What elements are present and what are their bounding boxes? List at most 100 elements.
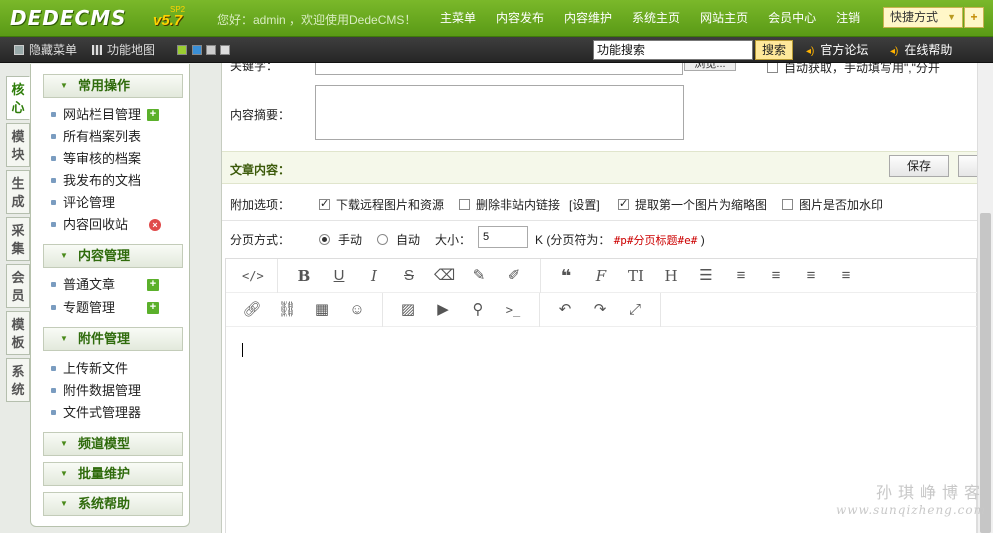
menu-item-my-documents[interactable]: 我发布的文档 xyxy=(51,173,141,189)
auto-keywords-checkbox[interactable] xyxy=(767,63,778,73)
online-help-link[interactable]: ◂) 在线帮助 xyxy=(890,37,952,65)
align-left-icon[interactable]: ≡ xyxy=(766,267,786,285)
image-icon[interactable]: ▨ xyxy=(398,301,418,319)
paging-manual-radio[interactable] xyxy=(319,234,330,245)
quick-menu-dropdown[interactable]: 快捷方式 ▼ xyxy=(883,7,963,28)
tab-core[interactable]: 核心 xyxy=(6,76,30,120)
quick-add-button[interactable]: + xyxy=(964,7,984,28)
page-size-input[interactable]: 5 xyxy=(478,226,528,248)
tab-system[interactable]: 系统 xyxy=(6,358,30,402)
function-search-input[interactable]: 功能搜索 xyxy=(593,40,753,60)
font-icon[interactable]: F xyxy=(591,267,611,285)
menu-item-category-manage[interactable]: 网站栏目管理 xyxy=(51,107,141,123)
nav-main-menu[interactable]: 主菜单 xyxy=(430,0,486,37)
video-icon[interactable]: ▶ xyxy=(433,301,453,319)
link-settings[interactable]: [设置] xyxy=(569,196,600,213)
auto-keywords-option[interactable]: 自动获取，手动填写用","分开 xyxy=(767,63,940,76)
extract-thumb-checkbox[interactable] xyxy=(618,197,629,210)
align-center-icon[interactable]: ≡ xyxy=(801,267,821,285)
menu-item-recycle-bin[interactable]: 内容回收站 xyxy=(51,217,128,233)
watermark-option[interactable]: 图片是否加水印 xyxy=(782,196,883,213)
tab-members[interactable]: 会员 xyxy=(6,264,30,308)
add-icon[interactable]: + xyxy=(147,109,159,121)
redo-icon[interactable]: ↷ xyxy=(590,301,610,319)
eraser-icon[interactable]: ⌫ xyxy=(434,267,455,285)
remove-links-checkbox[interactable] xyxy=(459,199,470,210)
menu-item-pending-review[interactable]: 等审核的档案 xyxy=(51,151,141,167)
option-label: 提取第一个图片为缩略图 xyxy=(635,198,768,212)
add-icon[interactable]: + xyxy=(147,279,159,291)
fullscreen-icon[interactable]: ⤢ xyxy=(625,301,645,319)
help-label: 在线帮助 xyxy=(904,43,953,57)
tab-modules[interactable]: 模块 xyxy=(6,123,30,167)
nav-site-home[interactable]: 网站主页 xyxy=(690,0,758,37)
more-button[interactable] xyxy=(958,155,977,177)
search-button[interactable]: 搜索 xyxy=(755,40,793,60)
tab-generate[interactable]: 生成 xyxy=(6,170,30,214)
menu-item-topic-manage[interactable]: 专题管理 xyxy=(51,300,115,316)
browse-button[interactable]: 浏览... xyxy=(684,63,736,71)
heading-icon[interactable]: H xyxy=(661,267,681,285)
unlink-icon[interactable]: ⛓︎ xyxy=(277,301,297,319)
emoji-icon[interactable]: ☺ xyxy=(347,301,367,319)
numbered-list-icon[interactable]: ≡ xyxy=(731,267,751,285)
save-button[interactable]: 保存 xyxy=(889,155,949,177)
menu-group-batch-maintain[interactable]: ▼ 批量维护 xyxy=(43,462,183,486)
hide-menu-button[interactable]: 隐藏菜单 xyxy=(14,37,77,63)
link-icon[interactable]: 🔗︎ xyxy=(242,301,262,319)
quote-icon[interactable]: ❝ xyxy=(556,267,576,285)
undo-icon[interactable]: ↶ xyxy=(555,301,575,319)
strikethrough-icon[interactable]: S xyxy=(399,267,419,285)
add-icon[interactable]: + xyxy=(147,302,159,314)
delete-icon[interactable]: × xyxy=(149,219,161,231)
code-icon[interactable]: </> xyxy=(242,267,264,285)
site-map-button[interactable]: 功能地图 xyxy=(92,37,155,63)
menu-group-common[interactable]: ▼ 常用操作 xyxy=(43,74,183,98)
menu-item-file-manager[interactable]: 文件式管理器 xyxy=(51,405,141,421)
bullet-list-icon[interactable]: ☰ xyxy=(696,267,716,285)
nav-member-center[interactable]: 会员中心 xyxy=(758,0,826,37)
align-right-icon[interactable]: ≡ xyxy=(836,267,856,285)
tab-templates[interactable]: 模板 xyxy=(6,311,30,355)
brush-icon[interactable]: ✐ xyxy=(504,267,524,285)
terminal-icon[interactable]: >_ xyxy=(503,301,523,319)
paging-manual-option[interactable]: 手动 xyxy=(319,231,362,248)
nav-content-publish[interactable]: 内容发布 xyxy=(486,0,554,37)
paging-auto-option[interactable]: 自动 xyxy=(377,231,420,248)
underline-icon[interactable]: U xyxy=(329,267,349,285)
menu-group-system-help[interactable]: ▼ 系统帮助 xyxy=(43,492,183,516)
nav-logout[interactable]: 注销 xyxy=(826,0,870,37)
official-forum-link[interactable]: ◂) 官方论坛 xyxy=(806,37,868,65)
tab-collect[interactable]: 采集 xyxy=(6,217,30,261)
skin-swatch-gray[interactable] xyxy=(206,45,216,55)
menu-item-comments[interactable]: 评论管理 xyxy=(51,195,115,211)
skin-swatch-green[interactable] xyxy=(177,45,187,55)
vertical-scrollbar[interactable] xyxy=(977,63,993,533)
toolbar-separator xyxy=(660,293,661,327)
extract-thumb-option[interactable]: 提取第一个图片为缩略图 xyxy=(618,196,767,213)
keywords-input[interactable] xyxy=(315,63,683,75)
summary-textarea[interactable] xyxy=(315,85,684,140)
menu-item-upload-file[interactable]: 上传新文件 xyxy=(51,361,128,377)
bold-icon[interactable]: B xyxy=(294,267,314,285)
menu-item-normal-article[interactable]: 普通文章 xyxy=(51,277,115,293)
watermark-checkbox[interactable] xyxy=(782,199,793,210)
paging-auto-radio[interactable] xyxy=(377,234,388,245)
table-icon[interactable]: ▦ xyxy=(312,301,332,319)
menu-group-attachments[interactable]: ▼ 附件管理 xyxy=(43,327,183,351)
download-remote-option[interactable]: 下载远程图片和资源 xyxy=(319,196,444,213)
download-remote-checkbox[interactable] xyxy=(319,197,330,210)
text-size-icon[interactable]: TI xyxy=(626,267,646,285)
skin-swatch-light[interactable] xyxy=(220,45,230,55)
nav-content-maintain[interactable]: 内容维护 xyxy=(554,0,622,37)
italic-icon[interactable]: I xyxy=(364,267,384,285)
skin-swatch-blue[interactable] xyxy=(192,45,202,55)
menu-item-all-archives[interactable]: 所有档案列表 xyxy=(51,129,141,145)
remove-links-option[interactable]: 删除非站内链接 xyxy=(459,196,560,213)
menu-group-channel-model[interactable]: ▼ 频道模型 xyxy=(43,432,183,456)
map-pin-icon[interactable]: ⚲ xyxy=(468,301,488,319)
pencil-icon[interactable]: ✎ xyxy=(469,267,489,285)
nav-system-home[interactable]: 系统主页 xyxy=(622,0,690,37)
menu-item-attachment-data[interactable]: 附件数据管理 xyxy=(51,383,141,399)
menu-group-content[interactable]: ▼ 内容管理 xyxy=(43,244,183,268)
